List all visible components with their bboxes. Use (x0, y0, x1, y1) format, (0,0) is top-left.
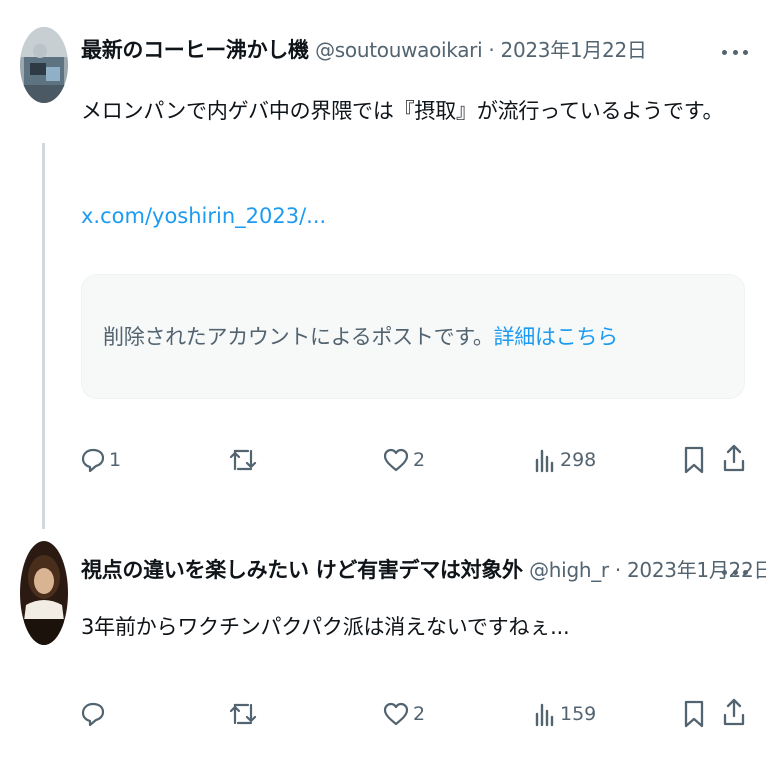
reply-count: 1 (109, 449, 122, 471)
reply-icon (81, 702, 105, 727)
quote-card[interactable]: 削除されたアカウントによるポストです。詳細はこちら (81, 274, 745, 399)
post-link[interactable]: x.com/yoshirin_2023/... (81, 204, 326, 228)
post-1[interactable]: 最新のコーヒー沸かし機 @soutouwaoikari · 2023年1月22日… (0, 0, 766, 530)
author-name[interactable]: 最新のコーヒー沸かし機 (81, 38, 309, 62)
repost-button[interactable] (228, 442, 261, 478)
bookmark-icon (684, 700, 704, 728)
reply-button[interactable] (80, 696, 109, 732)
views-icon (535, 449, 554, 473)
like-count: 2 (413, 449, 426, 471)
post-header: 最新のコーヒー沸かし機 @soutouwaoikari · 2023年1月22日 (81, 36, 647, 64)
more-icon[interactable] (722, 42, 748, 62)
quote-card-text: 削除されたアカウントによるポストです。詳細はこちら (103, 321, 618, 351)
share-button[interactable] (722, 440, 746, 476)
quote-card-message: 削除されたアカウントによるポストです。 (103, 325, 494, 349)
share-button[interactable] (722, 694, 746, 730)
like-icon (383, 448, 409, 472)
author-name[interactable]: 視点の違いを楽しみたい けど有害デマは対象外 (81, 558, 523, 582)
post-header: 視点の違いを楽しみたい けど有害デマは対象外 @high_r · 2023年1月… (81, 556, 766, 584)
views-button[interactable]: 298 (533, 442, 596, 478)
thread-line (42, 143, 45, 529)
quote-card-link[interactable]: 詳細はこちら (494, 325, 619, 349)
views-button[interactable]: 159 (533, 696, 596, 732)
avatar[interactable] (20, 541, 68, 645)
like-count: 2 (413, 703, 426, 725)
share-icon (723, 698, 745, 726)
repost-button[interactable] (228, 696, 261, 732)
views-count: 298 (560, 449, 597, 471)
bookmark-icon (684, 446, 704, 474)
like-icon (383, 702, 409, 726)
share-icon (723, 444, 745, 472)
post-text: メロンパンで内ゲバ中の界隈では『摂取』が流行っているようです。 (81, 99, 724, 123)
like-button[interactable]: 2 (382, 696, 425, 732)
like-button[interactable]: 2 (382, 442, 425, 478)
repost-icon (229, 449, 257, 471)
bookmark-button[interactable] (683, 696, 705, 732)
more-icon[interactable] (722, 562, 748, 582)
repost-icon (229, 703, 257, 725)
post-text: 3年前からワクチンパクパク派は消えないですねぇ... (81, 615, 570, 639)
bookmark-button[interactable] (683, 442, 705, 478)
reply-icon (81, 448, 105, 473)
views-count: 159 (560, 703, 597, 725)
views-icon (535, 703, 554, 727)
reply-button[interactable]: 1 (80, 442, 121, 478)
avatar[interactable] (20, 27, 68, 103)
handle-date[interactable]: @soutouwaoikari · 2023年1月22日 (315, 38, 647, 62)
post-2[interactable]: 視点の違いを楽しみたい けど有害デマは対象外 @high_r · 2023年1月… (0, 530, 766, 766)
